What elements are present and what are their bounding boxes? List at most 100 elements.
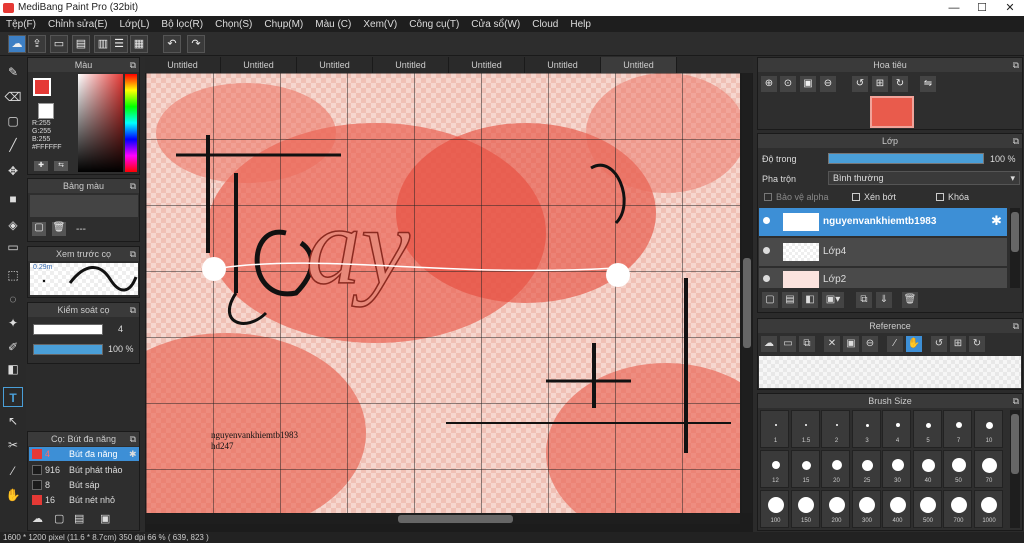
lock-checkbox[interactable]: Khóa [936, 192, 969, 202]
menu-select[interactable]: Chọn(S) [209, 19, 258, 30]
brush-item[interactable]: 8 Bút sáp [29, 478, 139, 492]
menu-snap[interactable]: Chụp(M) [258, 19, 309, 30]
zoom-in-icon[interactable]: ⊕ [761, 76, 777, 92]
horizontal-scroll-thumb[interactable] [398, 515, 513, 523]
zoom-reset-icon[interactable]: ▣ [800, 76, 816, 92]
rotate-right-icon[interactable]: ↻ [969, 336, 985, 352]
new-text-layer-icon[interactable]: ◧ [802, 292, 818, 308]
operation-tool-icon[interactable]: ↖ [3, 411, 23, 431]
select-pen-tool-icon[interactable]: ✐ [3, 337, 23, 357]
detach-icon[interactable]: ⧉ [130, 179, 136, 193]
vertical-scroll-thumb[interactable] [743, 258, 751, 348]
chat-icon[interactable]: ▤ [72, 35, 90, 53]
document-tab[interactable]: Untitled [525, 57, 601, 73]
primary-color-swatch[interactable] [33, 78, 51, 96]
menu-tools[interactable]: Công cụ(T) [403, 19, 465, 30]
brush-size-scroll-thumb[interactable] [1011, 414, 1019, 474]
detach-icon[interactable]: ⧉ [130, 58, 136, 72]
close-icon[interactable]: ✕ [824, 336, 840, 352]
secondary-color-swatch[interactable] [38, 103, 54, 119]
menu-file[interactable]: Tệp(F) [0, 19, 42, 30]
vertical-scrollbar[interactable] [742, 73, 752, 513]
brush-size-cell[interactable]: 1 [760, 410, 789, 448]
brush-size-cell[interactable]: 700 [943, 490, 972, 528]
bucket-tool-icon[interactable]: ◈ [3, 215, 23, 235]
comment-icon[interactable]: ▭ [50, 35, 68, 53]
horizontal-scrollbar[interactable] [146, 514, 740, 524]
menu-layer[interactable]: Lớp(L) [114, 19, 156, 30]
layer-item[interactable]: Lớp4 [759, 238, 1007, 266]
drawing-canvas[interactable]: ay nguyenvankhiemtb1983 hd247 [146, 73, 740, 513]
eye-icon[interactable] [763, 217, 770, 224]
merge-layer-icon[interactable]: ⇓ [876, 292, 892, 308]
redo-icon[interactable]: ↷ [187, 35, 205, 53]
detach-icon[interactable]: ⧉ [1013, 319, 1019, 333]
reference-image-area[interactable] [759, 356, 1021, 388]
layer-item[interactable]: nguyenvankhiemtb1983 ✱ [759, 208, 1007, 236]
swap-color-icon[interactable]: ⇆ [54, 161, 68, 171]
add-color-icon[interactable]: ✚ [34, 161, 48, 171]
divide-tool-icon[interactable]: ✂ [3, 435, 23, 455]
eyedropper-tool-icon[interactable]: ⁄ [3, 461, 23, 481]
menu-edit[interactable]: Chỉnh sửa(E) [42, 19, 114, 30]
brush-size-value[interactable]: 4 [118, 324, 123, 334]
document-tab[interactable]: Untitled [449, 57, 525, 73]
brush-size-cell[interactable]: 2 [821, 410, 850, 448]
brush-size-cell[interactable]: 30 [882, 450, 911, 488]
rectangle-tool-icon[interactable]: ▢ [3, 111, 23, 131]
brush-size-cell[interactable]: 150 [790, 490, 820, 528]
flip-icon[interactable]: ⇋ [920, 76, 936, 92]
add-palette-icon[interactable]: ▢ [32, 222, 46, 236]
brush-size-cell[interactable]: 400 [882, 490, 911, 528]
gear-icon[interactable]: ✱ [129, 449, 137, 460]
eraser-tool-icon[interactable]: ⌫ [3, 87, 23, 107]
menu-color[interactable]: Màu (C) [309, 19, 357, 30]
brush-opacity-slider[interactable] [33, 344, 103, 355]
menu-cloud[interactable]: Cloud [526, 19, 564, 30]
fill-rect-tool-icon[interactable]: ■ [3, 189, 23, 209]
navigator-thumbnail[interactable] [870, 96, 914, 128]
brush-size-cell[interactable]: 100 [760, 490, 789, 528]
zoom-out-icon[interactable]: ⊖ [820, 76, 836, 92]
undo-icon[interactable]: ↶ [163, 35, 181, 53]
text-tool-icon[interactable]: T [3, 387, 23, 407]
layer-opacity-slider[interactable] [828, 153, 984, 164]
brush-size-scrollbar[interactable] [1010, 410, 1020, 528]
rotate-left-icon[interactable]: ↺ [931, 336, 947, 352]
brush-size-cell[interactable]: 5 [912, 410, 942, 448]
brush-size-cell[interactable]: 1.5 [790, 410, 820, 448]
detach-icon[interactable]: ⧉ [130, 303, 136, 317]
rotate-left-icon[interactable]: ↺ [852, 76, 868, 92]
move-tool-icon[interactable]: ✥ [3, 161, 23, 181]
document-tab[interactable]: Untitled [297, 57, 373, 73]
brush-size-cell[interactable]: 25 [851, 450, 881, 488]
menu-help[interactable]: Help [564, 19, 597, 30]
eye-icon[interactable] [763, 275, 770, 282]
brush-opacity-value[interactable]: 100 % [108, 344, 134, 354]
fit-window-icon[interactable]: ⊞ [872, 76, 888, 92]
brush-item[interactable]: 4 Bút đa năng ✱ [29, 447, 139, 461]
eye-icon[interactable] [763, 247, 770, 254]
brush-size-cell[interactable]: 70 [973, 450, 1003, 488]
brush-size-cell[interactable]: 3 [851, 410, 881, 448]
brush-size-cell[interactable]: 40 [912, 450, 942, 488]
new-brush-icon[interactable]: ▢ [54, 512, 64, 525]
duplicate-layer-icon[interactable]: ⧉ [856, 292, 872, 308]
fit-window-icon[interactable]: ⊞ [950, 336, 966, 352]
lasso-tool-icon[interactable]: ◌ [3, 289, 23, 309]
brush-size-cell[interactable]: 4 [882, 410, 911, 448]
layer-scrollbar[interactable] [1010, 208, 1020, 288]
hand-tool-icon[interactable]: ✋ [3, 485, 23, 505]
detach-icon[interactable]: ⧉ [130, 247, 136, 261]
detach-icon[interactable]: ⧉ [1013, 58, 1019, 72]
zoom-fit-icon[interactable]: ▣ [843, 336, 859, 352]
gear-icon[interactable]: ✱ [991, 213, 1002, 229]
document-tab[interactable]: Untitled [221, 57, 297, 73]
hand-icon[interactable]: ✋ [906, 336, 922, 352]
protect-alpha-checkbox[interactable]: Bảo vệ alpha [764, 192, 829, 202]
menu-window[interactable]: Cửa sổ(W) [465, 19, 526, 30]
line-tool-icon[interactable]: ╱ [3, 135, 23, 155]
blend-mode-select[interactable]: Bình thường ▾ [828, 171, 1020, 185]
document-tab[interactable]: Untitled [145, 57, 221, 73]
minimize-button[interactable]: — [940, 0, 968, 16]
